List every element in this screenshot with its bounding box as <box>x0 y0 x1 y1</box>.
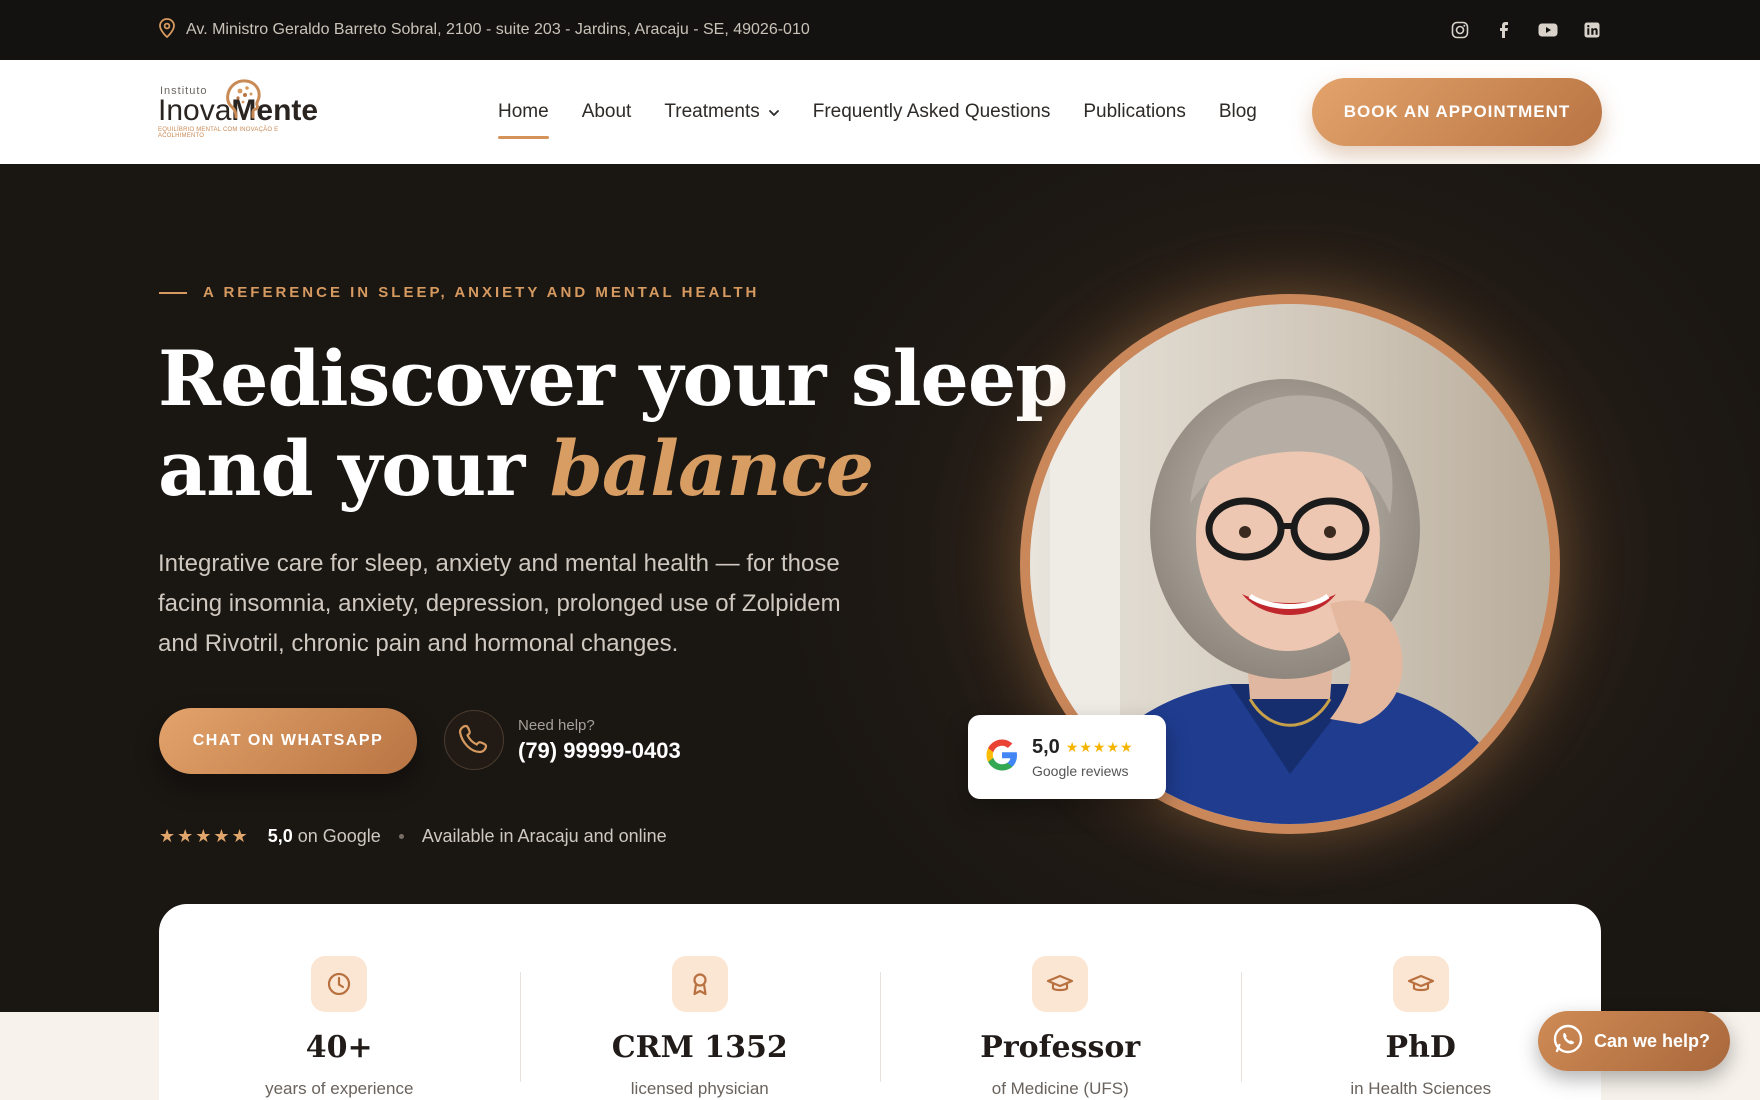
logo[interactable]: Instituto InovaMente EQUILÍBRIO MENTAL C… <box>158 79 318 139</box>
stat-professor: Professor of Medicine (UFS) <box>880 956 1241 1100</box>
whatsapp-help-button[interactable]: Can we help? <box>1538 1011 1730 1071</box>
nav-item-blog[interactable]: Blog <box>1219 95 1257 129</box>
social-links <box>1450 20 1602 40</box>
stat-label: years of experience <box>265 1079 414 1098</box>
stat-value: PhD <box>1385 1030 1456 1065</box>
nav-item-faq[interactable]: Frequently Asked Questions <box>813 95 1051 129</box>
phone-icon <box>444 710 504 770</box>
rating-row: ★★★★★ 5,0 on Google Available in Aracaju… <box>159 826 667 847</box>
linkedin-icon[interactable] <box>1582 20 1602 40</box>
location-pin-icon <box>158 17 176 43</box>
ribbon-icon <box>671 956 728 1012</box>
hero-title-accent: balance <box>549 424 874 513</box>
chevron-down-icon <box>768 101 780 123</box>
stat-experience: 40+ years of experience <box>159 956 520 1100</box>
hero-title-line1: Rediscover your sleep <box>158 334 1068 423</box>
nav-item-home[interactable]: Home <box>498 95 549 139</box>
eyebrow-text: A REFERENCE IN SLEEP, ANXIETY AND MENTAL… <box>203 284 760 301</box>
logo-tagline: EQUILÍBRIO MENTAL COM INOVAÇÃO E ACOLHIM… <box>158 127 279 139</box>
address-text: Av. Ministro Geraldo Barreto Sobral, 210… <box>186 21 810 38</box>
google-score: 5,0 ★★★★★ <box>1032 735 1134 758</box>
stat-value: 40+ <box>305 1030 373 1065</box>
stat-label: in Health Sciences <box>1350 1079 1492 1098</box>
nav-item-treatments[interactable]: Treatments <box>664 95 779 129</box>
hero-eyebrow: A REFERENCE IN SLEEP, ANXIETY AND MENTAL… <box>159 284 759 301</box>
whatsapp-icon <box>1552 1023 1584 1060</box>
stat-value: Professor <box>980 1030 1141 1065</box>
graduation-cap-icon <box>1032 956 1089 1012</box>
main-navigation: Instituto InovaMente EQUILÍBRIO MENTAL C… <box>0 60 1760 164</box>
google-icon <box>984 737 1020 778</box>
nav-item-treatments-label: Treatments <box>664 101 760 122</box>
stat-crm: CRM 1352 licensed physician <box>519 956 881 1100</box>
nav-menu: Home About Treatments Frequently Asked Q… <box>498 95 1257 139</box>
hero-section: A REFERENCE IN SLEEP, ANXIETY AND MENTAL… <box>0 164 1760 1014</box>
youtube-icon[interactable] <box>1538 20 1558 40</box>
help-button-label: Can we help? <box>1594 1030 1711 1051</box>
rating-stars: ★★★★★ <box>159 826 250 846</box>
google-reviews-badge[interactable]: 5,0 ★★★★★ Google reviews <box>968 715 1166 799</box>
availability-text: Available in Aracaju and online <box>421 826 667 846</box>
chat-whatsapp-button[interactable]: CHAT ON WHATSAPP <box>159 708 417 774</box>
phone-number[interactable]: (79) 99999-0403 <box>518 738 681 764</box>
google-badge-text: 5,0 ★★★★★ Google reviews <box>1032 736 1134 779</box>
google-reviews-label: Google reviews <box>1032 762 1129 779</box>
graduation-cap-icon <box>1392 956 1449 1012</box>
stats-card: 40+ years of experience CRM 1352 license… <box>159 904 1601 1100</box>
instagram-icon[interactable] <box>1450 20 1470 40</box>
clock-icon <box>311 956 368 1012</box>
facebook-icon[interactable] <box>1494 20 1514 40</box>
phone-text: Need help? (79) 99999-0403 <box>518 717 681 764</box>
nav-item-publications[interactable]: Publications <box>1083 95 1185 129</box>
top-bar: Av. Ministro Geraldo Barreto Sobral, 210… <box>0 0 1760 60</box>
hero-title-line2: and your balance <box>158 424 874 513</box>
stat-label: of Medicine (UFS) <box>991 1079 1129 1098</box>
phone-contact[interactable]: Need help? (79) 99999-0403 <box>444 710 681 770</box>
address: Av. Ministro Geraldo Barreto Sobral, 210… <box>158 17 810 43</box>
stat-label: licensed physician <box>630 1079 769 1098</box>
phone-help-label: Need help? <box>518 716 595 734</box>
stat-value: CRM 1352 <box>611 1030 788 1065</box>
separator-dot <box>398 834 404 839</box>
book-appointment-button[interactable]: BOOK AN APPOINTMENT <box>1312 78 1602 146</box>
nav-item-about[interactable]: About <box>582 95 632 129</box>
eyebrow-line <box>159 291 187 294</box>
hero-title: Rediscover your sleep and your balance <box>158 334 1068 514</box>
hero-lead: Integrative care for sleep, anxiety and … <box>158 550 841 657</box>
rating-score: 5,0 on Google <box>267 826 381 846</box>
head-logo-icon <box>220 77 264 124</box>
